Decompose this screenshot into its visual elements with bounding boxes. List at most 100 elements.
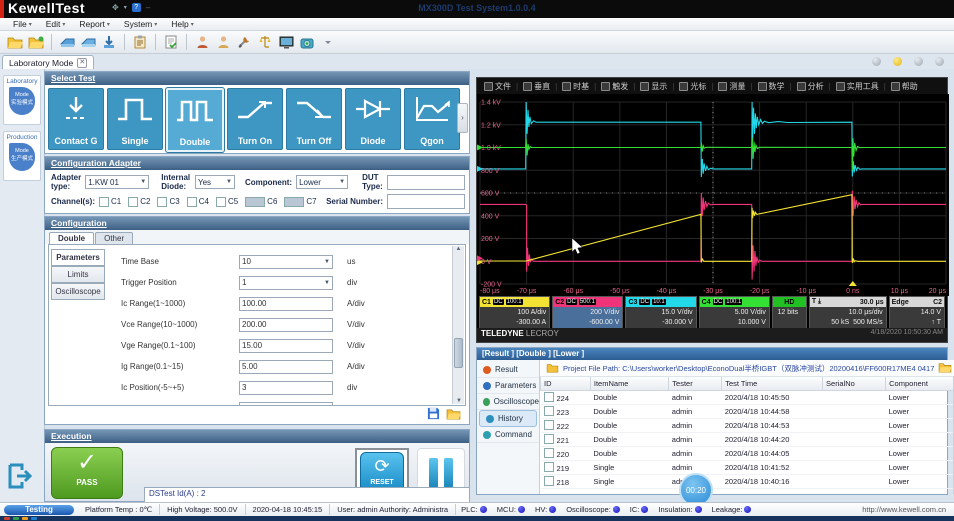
field-select[interactable]: 1▼	[239, 276, 333, 290]
import-folder-icon[interactable]	[27, 33, 45, 51]
test-tile-turn-off[interactable]: Turn Off	[286, 88, 342, 150]
results-nav-parameters[interactable]: Parameters	[477, 378, 539, 394]
row-checkbox[interactable]	[544, 462, 554, 472]
field-input[interactable]: -5	[239, 402, 333, 407]
load-config-button[interactable]	[446, 407, 461, 425]
results-nav-command[interactable]: Command	[477, 427, 539, 443]
column-header-tester[interactable]: Tester	[669, 377, 722, 391]
scope-menu-utility[interactable]: 实用工具	[833, 81, 882, 92]
test-tile-qgon[interactable]: Qgon	[404, 88, 460, 150]
scope-menu-math[interactable]: 数学	[755, 81, 788, 92]
open-folder-icon[interactable]	[6, 33, 24, 51]
config-side-tab-oscilloscope[interactable]: Oscilloscope	[51, 283, 105, 300]
test-tile-single[interactable]: Single	[107, 88, 163, 150]
column-header-serialno[interactable]: SerialNo	[823, 377, 886, 391]
scroll-thumb[interactable]	[454, 338, 463, 368]
touch-config-icon[interactable]	[100, 33, 118, 51]
channel-checkbox-c5[interactable]: C5	[216, 197, 238, 207]
results-nav-result[interactable]: Result	[477, 362, 539, 378]
scope-menu-help[interactable]: 帮助	[888, 81, 921, 92]
menu-item-help[interactable]: Help▾	[164, 19, 201, 29]
test-tile-double[interactable]: Double	[166, 88, 224, 152]
window-control-dot[interactable]	[872, 57, 881, 66]
adapter-type-select[interactable]: 1.KW 01▼	[85, 175, 149, 189]
table-row[interactable]: 220Doubleadmin2020/4/18 10:44:05Lower	[541, 447, 954, 461]
column-header-itemname[interactable]: ItemName	[590, 377, 668, 391]
row-checkbox[interactable]	[544, 476, 554, 486]
menu-item-report[interactable]: Report▾	[72, 19, 117, 29]
test-tile-diode[interactable]: Diode	[345, 88, 401, 150]
task-report-icon[interactable]	[162, 33, 180, 51]
row-checkbox[interactable]	[544, 420, 554, 430]
table-row[interactable]: 222Doubleadmin2020/4/18 10:44:53Lower	[541, 419, 954, 433]
oscilloscope-grid[interactable]: 1.4 kV1.2 kV1.0 kV800 V600 V400 V200 V0 …	[477, 94, 949, 296]
scope-menu-vertical[interactable]: 垂直	[520, 81, 553, 92]
row-checkbox[interactable]	[544, 448, 554, 458]
channel-checkbox-c4[interactable]: C4	[187, 197, 209, 207]
row-checkbox[interactable]	[544, 406, 554, 416]
save-config-button[interactable]	[427, 407, 440, 425]
channel-checkbox-c2[interactable]: C2	[128, 197, 150, 207]
table-row[interactable]: 219Singleadmin2020/4/18 10:41:52Lower	[541, 461, 954, 475]
pass-status-button[interactable]: ✓ PASS	[51, 447, 123, 499]
component-select[interactable]: Lower▼	[296, 175, 348, 189]
window-control-dot[interactable]	[914, 57, 923, 66]
scope-menu-cursor[interactable]: 光标	[676, 81, 709, 92]
column-header-component[interactable]: Component	[886, 377, 954, 391]
results-nav-oscilloscope[interactable]: Oscilloscope	[477, 394, 539, 410]
open-project-button[interactable]	[938, 362, 952, 375]
sidebar-item-laboratory-mode[interactable]: Laboratory Mode实验模式	[3, 75, 41, 125]
table-row[interactable]: 224Doubleadmin2020/4/18 10:45:50Lower	[541, 391, 954, 405]
user-icon[interactable]	[214, 33, 232, 51]
table-row[interactable]: 223Doubleadmin2020/4/18 10:44:58Lower	[541, 405, 954, 419]
dut-type-input[interactable]	[387, 175, 465, 190]
menu-item-system[interactable]: System▾	[117, 19, 164, 29]
config-tab-other[interactable]: Other	[95, 232, 133, 244]
scope-menu-file[interactable]: 文件	[481, 81, 514, 92]
row-checkbox[interactable]	[544, 434, 554, 444]
logout-button[interactable]	[6, 461, 36, 491]
camera-icon[interactable]	[298, 33, 316, 51]
field-input[interactable]: 3	[239, 381, 333, 395]
serial-number-input[interactable]	[387, 194, 465, 209]
field-input[interactable]: 200.00	[239, 318, 333, 332]
column-header-test time[interactable]: Test Time	[722, 377, 823, 391]
scope-menu-display[interactable]: 显示	[637, 81, 670, 92]
row-checkbox[interactable]	[544, 392, 554, 402]
channel-box-c1[interactable]: C1DC100:1100 A/div-300.00 A	[479, 296, 550, 329]
monitor-icon[interactable]	[277, 33, 295, 51]
channel-box-c2[interactable]: C2DC500:1200 V/div-600.00 V	[552, 296, 623, 329]
sidebar-item-production-mode[interactable]: Production Mode生产模式	[3, 131, 41, 181]
close-icon[interactable]: ✕	[77, 58, 87, 68]
table-row[interactable]: 221Doubleadmin2020/4/18 10:44:20Lower	[541, 433, 954, 447]
config-side-tab-parameters[interactable]: Parameters	[51, 249, 105, 266]
channel-checkbox-c3[interactable]: C3	[157, 197, 179, 207]
channel-box-c4[interactable]: C4DC100:15.00 V/div10.000 V	[699, 296, 770, 329]
tab-laboratory-mode[interactable]: Laboratory Mode ✕	[2, 55, 94, 69]
dropdown-icon[interactable]	[319, 33, 337, 51]
test-tile-turn-on[interactable]: Turn On	[227, 88, 283, 150]
table-row[interactable]: 218Singleadmin2020/4/18 10:40:16Lower	[541, 475, 954, 489]
timebase-box[interactable]: T ⤓30.0 μs10.0 μs/div50 kS 500 MS/s	[809, 296, 887, 329]
more-tests-button[interactable]: ›	[457, 103, 468, 133]
menu-item-edit[interactable]: Edit▾	[39, 19, 73, 29]
channel-checkbox-c1[interactable]: C1	[99, 197, 121, 207]
field-input[interactable]: 15.00	[239, 339, 333, 353]
results-nav-history[interactable]: History	[479, 410, 537, 427]
channel-box-c3[interactable]: C3DC10:115.0 V/div-30.000 V	[625, 296, 696, 329]
config-tab-double[interactable]: Double	[49, 232, 94, 244]
internal-diode-select[interactable]: Yes▼	[195, 175, 235, 189]
field-input[interactable]: 5.00	[239, 360, 333, 374]
test-tile-contact-g[interactable]: Contact G	[48, 88, 104, 150]
menu-item-file[interactable]: File▾	[6, 19, 39, 29]
scope-menu-measure[interactable]: 测量	[715, 81, 748, 92]
tools-icon[interactable]	[235, 33, 253, 51]
trigger-box[interactable]: EdgeC214.0 V↑ T	[889, 296, 945, 329]
config-side-tab-limits[interactable]: Limits	[51, 266, 105, 283]
scope-menu-timebase[interactable]: 时基	[559, 81, 592, 92]
clipboard-icon[interactable]	[131, 33, 149, 51]
report-icon[interactable]	[58, 33, 76, 51]
channel-checkbox-c7[interactable]: C7	[284, 197, 316, 207]
field-select[interactable]: 10▼	[239, 255, 333, 269]
field-input[interactable]: 100.00	[239, 297, 333, 311]
